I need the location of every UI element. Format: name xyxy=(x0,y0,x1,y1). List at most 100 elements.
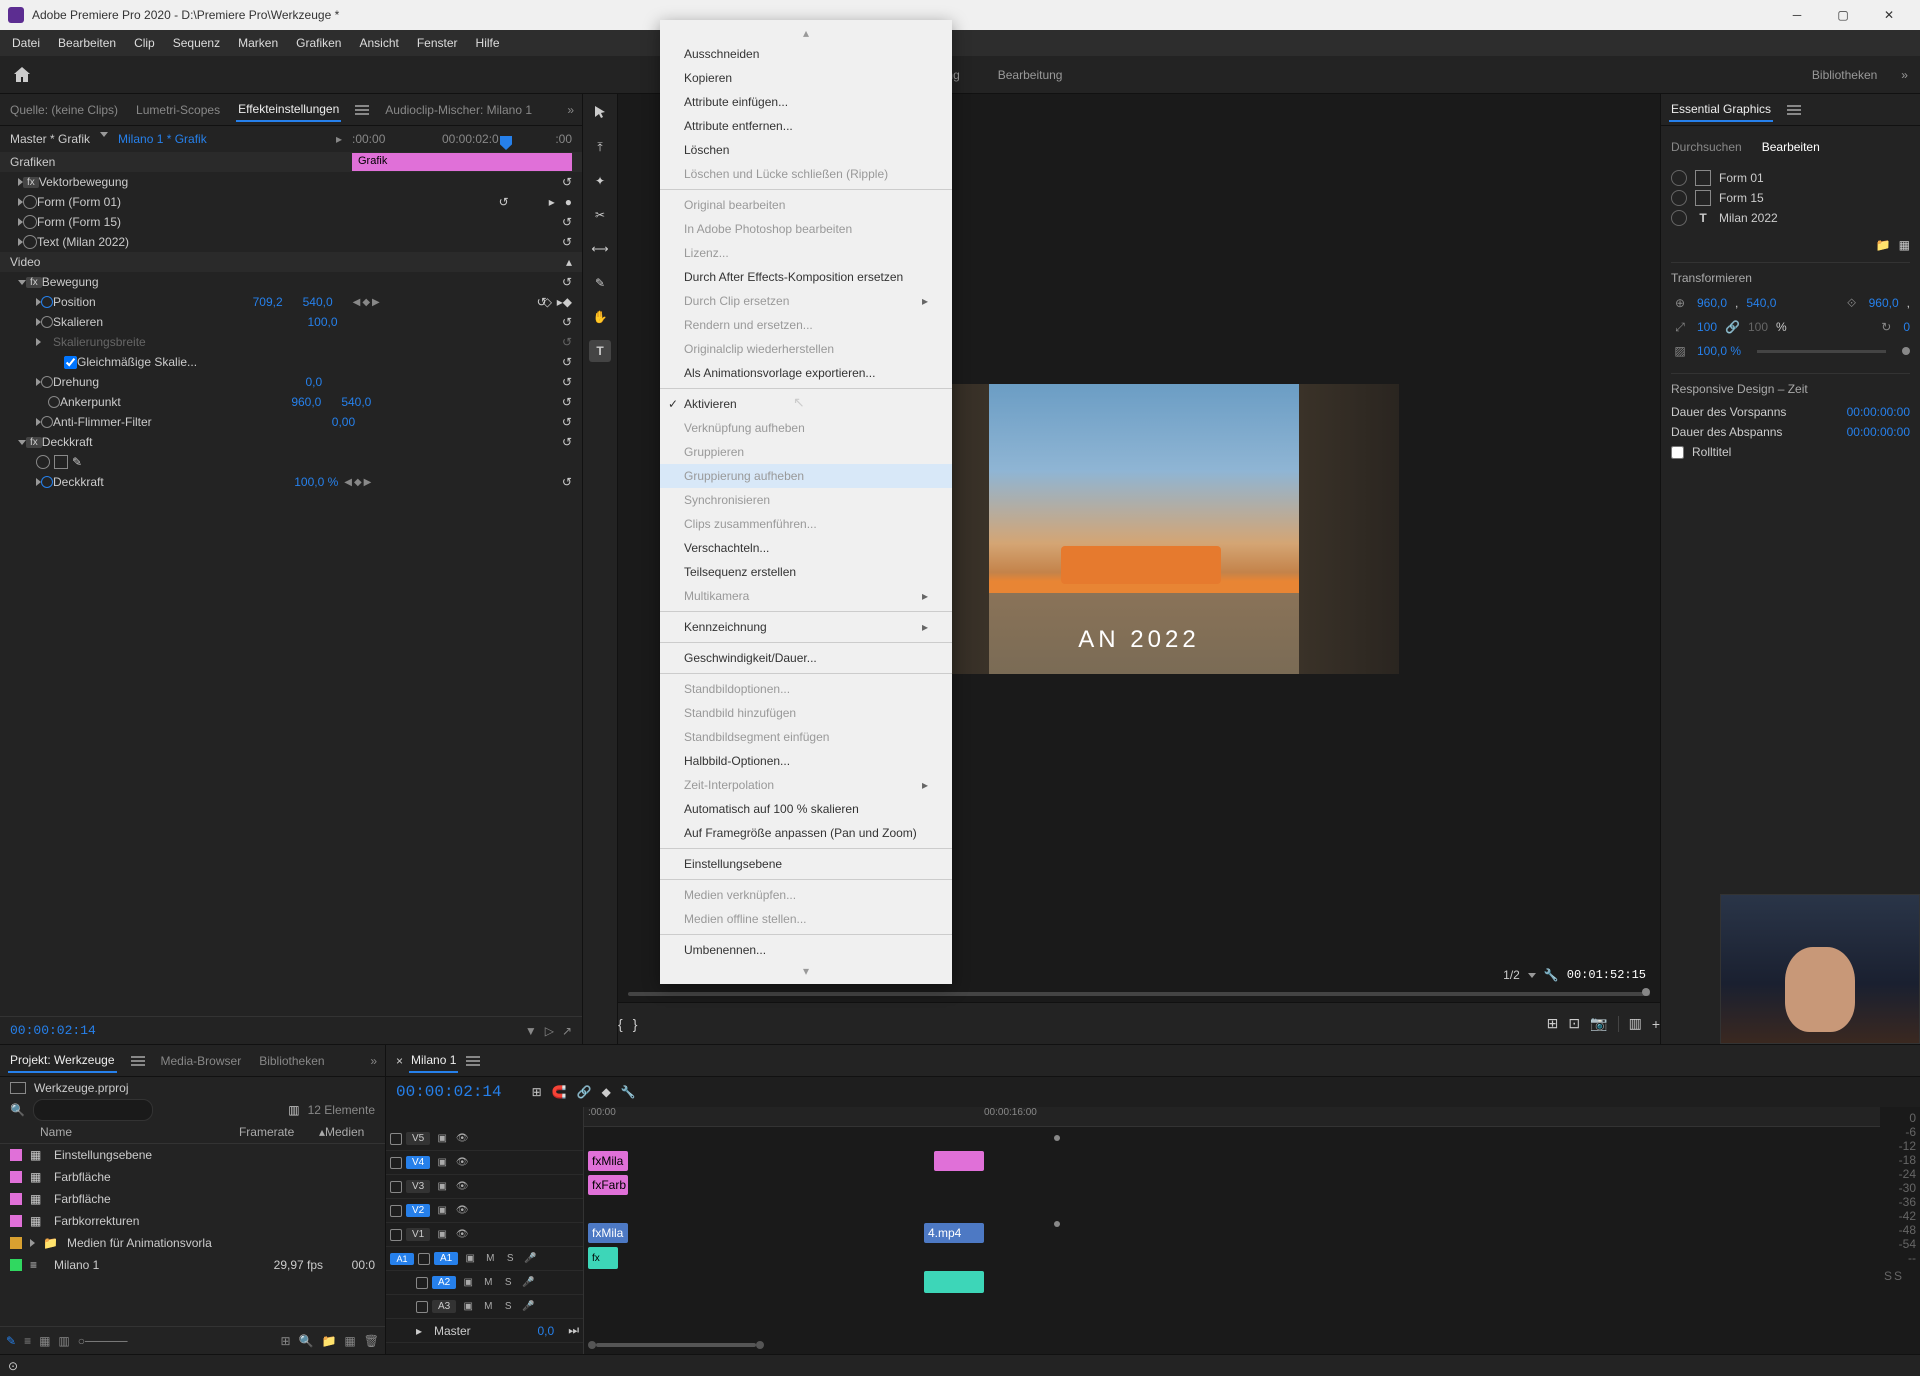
menu-marken[interactable]: Marken xyxy=(230,33,286,53)
track-master[interactable]: Master xyxy=(434,1324,471,1338)
menu-bearbeiten[interactable]: Bearbeiten xyxy=(50,33,124,53)
form01-label[interactable]: Form (Form 01) xyxy=(37,195,121,209)
deckkraft-label[interactable]: Deckkraft xyxy=(42,435,93,449)
effect-timecode[interactable]: 00:00:02:14 xyxy=(10,1023,96,1038)
clip-video-v1[interactable]: fx Mila xyxy=(588,1223,628,1243)
overwrite-icon[interactable]: ⊡ xyxy=(1568,1015,1580,1032)
fx-badge[interactable]: fx xyxy=(26,277,42,288)
new-layer-icon[interactable]: ▦ xyxy=(1899,238,1910,252)
panel-overflow-icon[interactable]: » xyxy=(567,103,574,117)
menu-datei[interactable]: Datei xyxy=(4,33,48,53)
mute-icon[interactable]: M xyxy=(482,1251,498,1267)
clip-pink-v4b[interactable] xyxy=(934,1151,984,1171)
track-select-tool[interactable]: ⤒ xyxy=(589,136,611,158)
trash-icon[interactable]: 🗑 xyxy=(364,1334,379,1348)
ctx-copy[interactable]: Kopieren xyxy=(660,66,952,90)
col-media[interactable]: Medien xyxy=(325,1125,375,1139)
eg-scale[interactable]: 100 xyxy=(1697,320,1717,334)
stopwatch-icon[interactable] xyxy=(41,416,53,428)
chevron-down-icon[interactable] xyxy=(100,132,108,137)
rolltitel-checkbox[interactable] xyxy=(1671,446,1684,459)
eye-icon[interactable] xyxy=(1671,190,1687,206)
scroll-down-icon[interactable]: ▾ xyxy=(660,962,952,980)
reset-icon[interactable]: ↺ xyxy=(562,175,572,189)
pen-icon[interactable]: ✎ xyxy=(6,1334,16,1348)
settings-icon[interactable]: 🔧 xyxy=(621,1085,636,1099)
collapse-icon[interactable]: ▴ xyxy=(566,255,572,269)
outro-duration-value[interactable]: 00:00:00:00 xyxy=(1847,425,1910,439)
anker-x[interactable]: 960,0 xyxy=(291,395,341,409)
effect-grafik-bar[interactable]: Grafik xyxy=(352,153,572,171)
zoom-scroll-handle[interactable] xyxy=(756,1341,764,1349)
snap-icon[interactable]: 🧲 xyxy=(552,1085,567,1099)
close-button[interactable]: ✕ xyxy=(1866,0,1912,30)
voice-icon[interactable]: 🎤 xyxy=(522,1251,538,1267)
track-a2[interactable]: A2 xyxy=(432,1276,456,1289)
ctx-paste-attributes[interactable]: Attribute einfügen... xyxy=(660,90,952,114)
track-v3[interactable]: V3 xyxy=(406,1180,430,1193)
text-milan-label[interactable]: Text (Milan 2022) xyxy=(37,235,129,249)
timeline-timecode[interactable]: 00:00:02:14 xyxy=(396,1083,502,1101)
pen-tool[interactable]: ✎ xyxy=(589,272,611,294)
toggle-output-icon[interactable]: ▣ xyxy=(434,1131,450,1147)
eye-icon[interactable] xyxy=(1671,170,1687,186)
ctx-rename[interactable]: Umbenennen... xyxy=(660,938,952,962)
mark-out-icon[interactable]: } xyxy=(633,1016,638,1032)
workspace-tab-bearbeitung[interactable]: Bearbeitung xyxy=(994,60,1067,90)
marker-icon[interactable]: ◆ xyxy=(602,1085,611,1099)
src-a1[interactable]: A1 xyxy=(390,1253,414,1265)
linked-sel-icon[interactable]: 🔗 xyxy=(577,1085,592,1099)
reset-icon[interactable]: ↺ xyxy=(562,275,572,289)
eg-pos-x[interactable]: 960,0 xyxy=(1697,296,1727,310)
zoom-slider[interactable]: ○───── xyxy=(78,1334,128,1348)
intro-duration-value[interactable]: 00:00:00:00 xyxy=(1847,405,1910,419)
project-item[interactable]: ▦Farbfläche xyxy=(0,1166,385,1188)
reset-icon[interactable]: ↺ xyxy=(562,415,572,429)
lock-icon[interactable] xyxy=(390,1229,402,1241)
ctx-remove-attributes[interactable]: Attribute entfernen... xyxy=(660,114,952,138)
track-v4[interactable]: V4 xyxy=(406,1156,430,1169)
project-item[interactable]: ▦Farbfläche xyxy=(0,1188,385,1210)
eye-icon[interactable] xyxy=(1671,210,1687,226)
keyframe-nav[interactable]: ◀◆▶ xyxy=(344,477,371,488)
track-v2[interactable]: V2 xyxy=(406,1204,430,1217)
reset-icon[interactable]: ↺ xyxy=(562,435,572,449)
bin-icon[interactable] xyxy=(10,1082,26,1094)
fx-badge[interactable]: fx xyxy=(23,177,39,188)
eg-tab-bearbeiten[interactable]: Bearbeiten xyxy=(1762,140,1820,154)
timeline-track-area[interactable]: :00:00 00:00:16:00 fx Mila fx Farb fx Mi… xyxy=(584,1107,1880,1354)
rect-mask-icon[interactable] xyxy=(54,455,68,469)
effect-playhead[interactable] xyxy=(500,136,512,150)
flimmer-value[interactable]: 0,00 xyxy=(332,415,382,429)
close-seq-icon[interactable]: × xyxy=(396,1054,403,1068)
clip-video-v1b[interactable]: 4.mp4 xyxy=(924,1223,984,1243)
tab-audioclip[interactable]: Audioclip-Mischer: Milano 1 xyxy=(383,99,534,121)
eye-icon[interactable]: 👁 xyxy=(454,1131,470,1147)
pen-mask-icon[interactable]: ✎ xyxy=(72,455,82,469)
auto-sequence-icon[interactable]: ⊞ xyxy=(280,1334,290,1348)
form15-label[interactable]: Form (Form 15) xyxy=(37,215,121,229)
panel-menu-icon[interactable] xyxy=(355,105,369,115)
col-name[interactable]: Name xyxy=(40,1125,239,1139)
mark-in-icon[interactable]: { xyxy=(618,1016,623,1032)
position-x[interactable]: 709,2 xyxy=(253,295,303,309)
hand-tool[interactable]: ✋ xyxy=(589,306,611,328)
drehung-value[interactable]: 0,0 xyxy=(305,375,355,389)
reset-icon[interactable]: ↺ xyxy=(562,355,572,369)
vektorbewegung-label[interactable]: Vektorbewegung xyxy=(39,175,128,189)
new-layer-folder-icon[interactable]: 📁 xyxy=(1876,238,1891,252)
ctx-cut[interactable]: Ausschneiden xyxy=(660,42,952,66)
filter-icon[interactable]: ▼ xyxy=(525,1024,537,1038)
slip-tool[interactable]: ⟷ xyxy=(589,238,611,260)
lock-icon[interactable] xyxy=(416,1277,428,1289)
menu-fenster[interactable]: Fenster xyxy=(409,33,466,53)
panel-menu-icon[interactable] xyxy=(1787,105,1801,115)
type-tool[interactable]: T xyxy=(589,340,611,362)
anker-y[interactable]: 540,0 xyxy=(341,395,391,409)
menu-sequenz[interactable]: Sequenz xyxy=(165,33,228,53)
eg-opacity[interactable]: 100,0 % xyxy=(1697,344,1741,358)
keyframe-diamond[interactable] xyxy=(1054,1221,1060,1227)
ctx-delete[interactable]: Löschen xyxy=(660,138,952,162)
reset-icon[interactable]: ↺ xyxy=(562,215,572,229)
project-item[interactable]: 📁Medien für Animationsvorla xyxy=(0,1232,385,1254)
